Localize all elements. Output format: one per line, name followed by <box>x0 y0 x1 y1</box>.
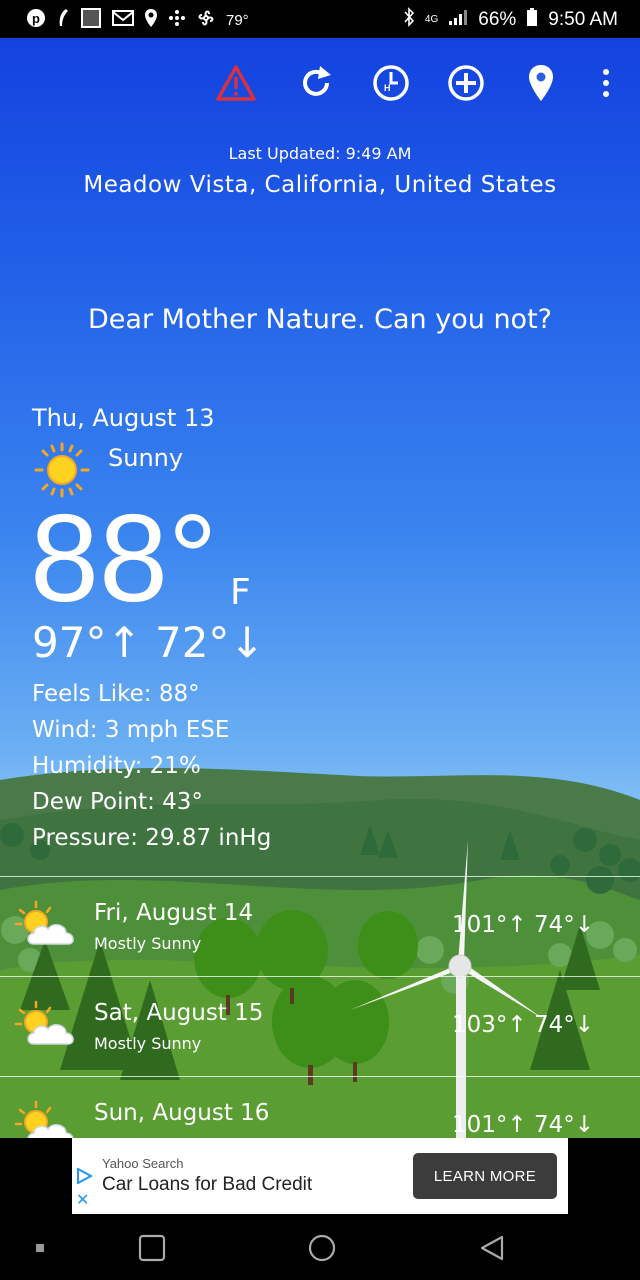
forecast-high-low: 101°↑ 74°↓ <box>451 1112 594 1138</box>
sun-cloud-icon <box>14 900 74 945</box>
ad-title[interactable]: Car Loans for Bad Credit <box>102 1174 312 1196</box>
feather-icon <box>56 8 70 33</box>
status-time: 9:50 AM <box>548 8 618 30</box>
history-button[interactable]: H <box>366 58 416 108</box>
home-button[interactable] <box>304 1230 340 1266</box>
navigation-bar <box>0 1216 640 1280</box>
recents-dot-icon <box>36 1244 44 1252</box>
ad-close-icon[interactable]: ✕ <box>76 1190 89 1210</box>
signal-strength-icon <box>448 8 468 31</box>
sun-cloud-icon <box>14 1000 74 1045</box>
alert-icon <box>216 65 256 101</box>
dew-point: Dew Point: 43° <box>32 789 203 815</box>
status-temperature: 79° <box>226 12 249 29</box>
location-button[interactable] <box>516 58 566 108</box>
network-type-label: 4G <box>424 13 439 25</box>
recents-dot-button[interactable] <box>22 1230 58 1266</box>
pinterest-icon: p <box>26 8 46 33</box>
forecast-condition: Mostly Sunny <box>94 934 202 953</box>
weather-toolbar: H <box>0 58 640 108</box>
refresh-button[interactable] <box>291 58 341 108</box>
ad-bar: ✕ Yahoo Search Car Loans for Bad Credit … <box>0 1138 640 1216</box>
svg-text:H: H <box>384 83 391 93</box>
forecast-date: Sat, August 15 <box>94 1000 264 1026</box>
status-bar: p 79° 4G 66% 9:50 AM <box>0 0 640 38</box>
overview-button[interactable] <box>134 1230 170 1266</box>
battery-icon <box>526 7 538 32</box>
back-button[interactable] <box>474 1230 510 1266</box>
wind: Wind: 3 mph ESE <box>32 717 230 743</box>
add-location-button[interactable] <box>441 58 491 108</box>
gmail-icon <box>112 9 134 32</box>
add-location-icon <box>448 65 484 101</box>
weather-channel-icon <box>80 7 102 34</box>
location-pin-icon <box>529 65 553 101</box>
overflow-menu-button[interactable] <box>581 58 631 108</box>
weather-screen: p 79° 4G 66% 9:50 AM H Last Updated: 9:4… <box>0 0 640 1280</box>
weather-quote: Dear Mother Nature. Can you not? <box>88 304 552 335</box>
forecast-high-low: 101°↑ 74°↓ <box>451 912 594 938</box>
home-circle-icon <box>308 1234 336 1262</box>
location-title[interactable]: Meadow Vista, California, United States <box>0 172 640 198</box>
forecast-condition: Mostly Sunny <box>94 1034 202 1053</box>
ad-choices-icon[interactable] <box>76 1168 92 1184</box>
forecast-row[interactable]: Fri, August 14 Mostly Sunny 101°↑ 74°↓ <box>0 876 640 976</box>
today-date: Thu, August 13 <box>32 404 215 432</box>
dots-grid-icon <box>168 9 186 32</box>
bluetooth-icon <box>403 7 415 32</box>
forecast-date: Fri, August 14 <box>94 900 254 926</box>
ad-source: Yahoo Search <box>102 1156 184 1171</box>
feels-like: Feels Like: 88° <box>32 681 200 707</box>
location-pin-icon <box>144 8 158 33</box>
forecast-date: Sun, August 16 <box>94 1100 270 1126</box>
overview-square-icon <box>138 1234 166 1262</box>
current-temperature: 88° <box>30 490 218 628</box>
learn-more-button[interactable]: LEARN MORE <box>413 1153 557 1199</box>
last-updated-label: Last Updated: 9:49 AM <box>228 144 412 163</box>
alert-button[interactable] <box>211 58 261 108</box>
temperature-unit[interactable]: F <box>230 572 251 613</box>
ad-banner[interactable]: ✕ Yahoo Search Car Loans for Bad Credit … <box>72 1138 568 1214</box>
battery-percent: 66% <box>478 8 517 30</box>
today-condition: Sunny <box>108 444 184 472</box>
back-triangle-icon <box>480 1235 504 1261</box>
history-clock-icon: H <box>373 65 409 101</box>
svg-text:p: p <box>32 11 40 26</box>
fan-icon <box>196 8 216 33</box>
forecast-high-low: 103°↑ 74°↓ <box>451 1012 594 1038</box>
humidity: Humidity: 21% <box>32 753 201 779</box>
pressure: Pressure: 29.87 inHg <box>32 825 272 851</box>
refresh-icon <box>303 66 331 96</box>
overflow-menu-icon <box>603 69 609 97</box>
forecast-row[interactable]: Sat, August 15 Mostly Sunny 103°↑ 74°↓ <box>0 976 640 1076</box>
today-high-low: 97°↑ 72°↓ <box>32 618 265 667</box>
today-details: Feels Like: 88° Wind: 3 mph ESE Humidity… <box>32 676 271 856</box>
